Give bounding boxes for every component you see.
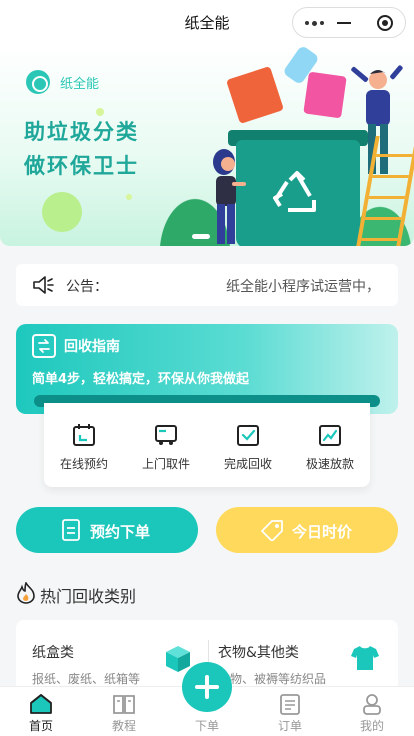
category-name: 纸盒类 bbox=[32, 645, 74, 661]
book-icon bbox=[113, 695, 135, 714]
category-name: 衣物&其他类 bbox=[218, 645, 299, 661]
carousel-indicator bbox=[192, 234, 210, 239]
user-icon bbox=[363, 694, 381, 715]
step-pickup[interactable]: 上门取件 bbox=[126, 423, 206, 472]
tab-label: 下单 bbox=[194, 719, 219, 733]
category-desc: 衣物、被褥等纺织品 bbox=[218, 672, 327, 686]
today-price-button[interactable]: 今日时价 bbox=[216, 507, 398, 553]
woman-illustration bbox=[213, 149, 246, 244]
banner-carousel[interactable]: 纸全能 助垃圾分类 做环保卫士 bbox=[0, 44, 414, 246]
guide-title: 回收指南 bbox=[64, 339, 120, 355]
document-icon bbox=[62, 519, 80, 541]
tab-profile[interactable]: 我的 bbox=[342, 693, 402, 734]
create-order-fab-plus-icon[interactable] bbox=[182, 662, 232, 712]
red-box-illustration bbox=[226, 66, 284, 124]
tshirt-icon bbox=[351, 646, 379, 670]
mini-program-capsule bbox=[292, 7, 406, 38]
check-box-icon bbox=[237, 425, 259, 446]
more-icon[interactable] bbox=[303, 18, 327, 28]
brand-logo-icon bbox=[26, 70, 50, 94]
step-online-booking[interactable]: 在线预约 bbox=[44, 423, 124, 472]
calendar-icon bbox=[73, 424, 95, 446]
swap-icon bbox=[32, 334, 56, 358]
tab-label: 我的 bbox=[359, 719, 384, 733]
truck-icon bbox=[155, 425, 177, 445]
home-icon bbox=[30, 693, 52, 714]
notice-bar[interactable]: 公告： 纸全能小程序试运营中， bbox=[16, 264, 398, 306]
tab-orders[interactable]: 订单 bbox=[260, 693, 320, 734]
trend-chart-icon bbox=[319, 425, 341, 446]
decor-dot bbox=[96, 108, 104, 116]
hot-categories-title: 热门回收类别 bbox=[40, 587, 137, 606]
notice-text: 纸全能小程序试运营中， bbox=[226, 279, 380, 295]
minimize-icon[interactable] bbox=[337, 22, 351, 24]
step-label: 上门取件 bbox=[141, 457, 190, 471]
decor-circle bbox=[42, 192, 82, 232]
pink-box-illustration bbox=[303, 71, 347, 119]
nav-bar: 纸全能 bbox=[0, 0, 414, 44]
category-paper-box[interactable]: 纸盒类 报纸、废纸、纸箱等 bbox=[32, 642, 140, 687]
flame-icon bbox=[17, 582, 35, 604]
step-fast-payout[interactable]: 极速放款 bbox=[290, 423, 370, 472]
price-tag-icon bbox=[261, 520, 283, 541]
brand: 纸全能 bbox=[26, 70, 99, 94]
tab-home[interactable]: 首页 bbox=[11, 693, 71, 734]
tab-label: 首页 bbox=[28, 719, 53, 733]
order-list-icon bbox=[280, 694, 300, 715]
speaker-icon bbox=[33, 276, 54, 294]
decor-dot bbox=[126, 194, 132, 200]
book-order-button[interactable]: 预约下单 bbox=[16, 507, 198, 553]
tab-tutorial[interactable]: 教程 bbox=[94, 693, 154, 734]
step-label: 在线预约 bbox=[59, 457, 108, 471]
today-price-label: 今日时价 bbox=[292, 523, 353, 541]
tab-label: 订单 bbox=[277, 719, 302, 733]
recycle-icon bbox=[273, 171, 316, 212]
tab-label: 教程 bbox=[111, 719, 136, 733]
step-label: 极速放款 bbox=[305, 457, 354, 471]
guide-subtitle: 简单4步，轻松搞定，环保从你我做起 bbox=[32, 372, 250, 387]
step-complete[interactable]: 完成回收 bbox=[208, 423, 288, 472]
guide-steps: 在线预约 上门取件 完成回收 极速放款 bbox=[44, 403, 370, 487]
banner-slogan-line2: 做环保卫士 bbox=[24, 154, 139, 178]
banner-slogan-line1: 助垃圾分类 bbox=[24, 120, 139, 144]
notice-label: 公告： bbox=[66, 279, 108, 295]
category-clothing[interactable]: 衣物&其他类 衣物、被褥等纺织品 bbox=[218, 642, 326, 687]
brand-name: 纸全能 bbox=[60, 76, 100, 92]
book-order-label: 预约下单 bbox=[90, 523, 151, 541]
category-desc: 报纸、废纸、纸箱等 bbox=[32, 672, 141, 686]
close-circle-icon[interactable] bbox=[377, 15, 393, 31]
step-label: 完成回收 bbox=[223, 457, 272, 471]
